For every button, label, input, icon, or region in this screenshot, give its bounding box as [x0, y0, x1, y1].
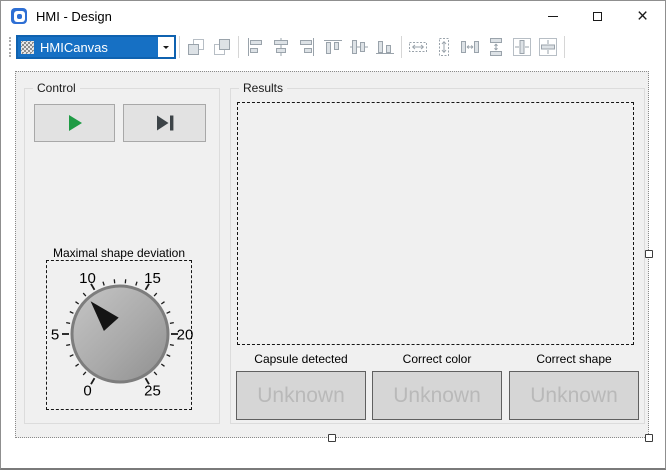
knob-label: Maximal shape deviation [37, 246, 201, 260]
minimize-icon [548, 16, 558, 17]
control-groupbox: Control Maximal shape deviation 05101520… [24, 88, 220, 424]
make-same-width-icon[interactable] [405, 34, 431, 60]
center-horizontally-icon[interactable] [509, 34, 535, 60]
make-horizontal-spacing-equal-icon[interactable] [457, 34, 483, 60]
bring-to-front-icon[interactable] [183, 34, 209, 60]
indicator-label: Capsule detected [236, 352, 366, 366]
control-selector-value: HMICanvas [40, 40, 108, 55]
align-centers-icon[interactable] [268, 34, 294, 60]
svg-text:10: 10 [79, 270, 96, 287]
send-to-back-icon[interactable] [209, 34, 235, 60]
center-vertically-icon[interactable] [535, 34, 561, 60]
dropdown-arrow-icon[interactable] [158, 37, 174, 57]
play-button[interactable] [34, 104, 115, 142]
window-title: HMI - Design [36, 9, 112, 24]
window-controls: × [530, 1, 665, 31]
designer-window: HMI - Design × HMICanvas Control [0, 0, 666, 470]
svg-text:20: 20 [177, 326, 194, 343]
close-icon: × [637, 7, 648, 26]
make-same-height-icon[interactable] [431, 34, 457, 60]
shape-deviation-knob[interactable]: 0 5 10 15 20 25 [46, 260, 192, 410]
align-bottoms-icon[interactable] [372, 34, 398, 60]
control-type-icon [21, 41, 34, 54]
align-rights-icon[interactable] [294, 34, 320, 60]
layout-toolbar: HMICanvas [1, 31, 665, 63]
toolbar-separator [401, 36, 402, 58]
align-lefts-icon[interactable] [242, 34, 268, 60]
knob-dial: 0 5 10 15 20 25 [47, 261, 191, 409]
toolbar-separator [564, 36, 565, 58]
toolbar-grip[interactable] [9, 37, 11, 57]
maximize-button[interactable] [575, 1, 620, 31]
minimize-button[interactable] [530, 1, 575, 31]
resize-handle-bottom-center[interactable] [328, 434, 336, 442]
align-tops-icon[interactable] [320, 34, 346, 60]
step-forward-button[interactable] [123, 104, 206, 142]
svg-text:5: 5 [51, 326, 59, 343]
close-button[interactable]: × [620, 1, 665, 31]
indicator-value[interactable]: Unknown [509, 371, 639, 420]
play-icon [66, 113, 84, 133]
results-groupbox: Results Capsule detected Unknown Correct… [230, 88, 645, 424]
resize-handle-middle-right[interactable] [645, 250, 653, 258]
maximize-icon [593, 12, 602, 21]
svg-text:0: 0 [83, 383, 91, 400]
align-middles-icon[interactable] [346, 34, 372, 60]
indicator-value[interactable]: Unknown [236, 371, 366, 420]
toolbar-separator [179, 36, 180, 58]
control-groupbox-title: Control [33, 81, 80, 96]
hmi-canvas[interactable]: Control Maximal shape deviation 0 5 10 15 20… [15, 71, 649, 438]
toolbar-buttons [176, 34, 568, 60]
indicator-value[interactable]: Unknown [372, 371, 502, 420]
titlebar: HMI - Design × [1, 1, 665, 31]
svg-text:25: 25 [144, 383, 161, 400]
app-icon [11, 8, 27, 24]
step-forward-icon [154, 114, 176, 132]
make-vertical-spacing-equal-icon[interactable] [483, 34, 509, 60]
indicator-label: Correct shape [509, 352, 639, 366]
indicator-label: Correct color [372, 352, 502, 366]
control-selector-combobox[interactable]: HMICanvas [16, 35, 176, 59]
result-image-box[interactable] [237, 102, 634, 345]
svg-text:15: 15 [144, 270, 161, 287]
toolbar-separator [238, 36, 239, 58]
resize-handle-bottom-right[interactable] [645, 434, 653, 442]
results-groupbox-title: Results [239, 81, 287, 96]
